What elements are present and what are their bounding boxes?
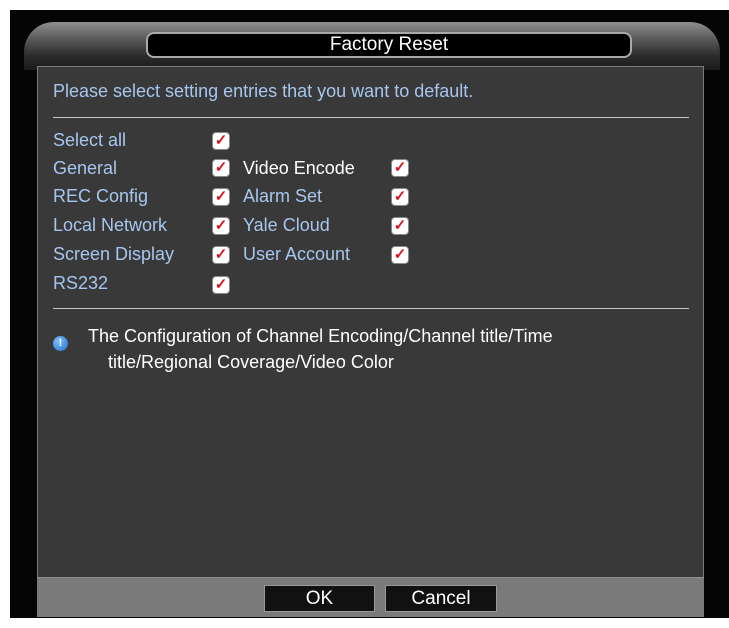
video-encode-label: Video Encode <box>243 158 355 178</box>
cancel-button[interactable]: Cancel <box>385 585 497 612</box>
rs232-label: RS232 <box>53 273 109 293</box>
checkmark-icon: ✓ <box>393 159 407 176</box>
title-bar: Factory Reset <box>24 22 720 70</box>
info-description: The Configuration of Channel Encoding/Ch… <box>88 323 678 375</box>
checkmark-icon: ✓ <box>214 188 228 205</box>
select-all-checkbox[interactable]: ✓ <box>212 132 230 150</box>
screen-display-label: Screen Display <box>53 244 175 264</box>
info-line-2: title/Regional Coverage/Video Color <box>108 352 394 372</box>
bottom-divider <box>53 308 689 309</box>
checkmark-icon: ✓ <box>214 159 228 176</box>
alarm-set-checkbox[interactable]: ✓ <box>391 188 409 206</box>
user-account-checkbox[interactable]: ✓ <box>391 246 409 264</box>
dialog-title: Factory Reset <box>146 32 632 58</box>
checkmark-icon: ✓ <box>214 217 228 234</box>
screen-display-checkbox[interactable]: ✓ <box>212 246 230 264</box>
video-encode-checkbox[interactable]: ✓ <box>391 159 409 177</box>
yale-cloud-checkbox[interactable]: ✓ <box>391 217 409 235</box>
checkmark-icon: ✓ <box>393 188 407 205</box>
checkmark-icon: ✓ <box>214 132 228 149</box>
top-divider <box>53 117 689 118</box>
local-network-label: Local Network <box>53 215 168 235</box>
settings-panel: Please select setting entries that you w… <box>37 66 704 616</box>
checkmark-icon: ✓ <box>393 217 407 234</box>
general-checkbox[interactable]: ✓ <box>212 159 230 177</box>
rec-config-checkbox[interactable]: ✓ <box>212 188 230 206</box>
select-all-label: Select all <box>53 130 127 150</box>
checkmark-icon: ✓ <box>393 246 407 263</box>
rec-config-label: REC Config <box>53 186 149 206</box>
alarm-set-label: Alarm Set <box>243 186 323 206</box>
info-icon: ! <box>53 336 68 351</box>
button-bar: OK Cancel <box>37 577 704 617</box>
rs232-checkbox[interactable]: ✓ <box>212 276 230 294</box>
checkmark-icon: ✓ <box>214 246 228 263</box>
yale-cloud-label: Yale Cloud <box>243 215 330 235</box>
ok-button[interactable]: OK <box>264 585 375 612</box>
info-line-1: The Configuration of Channel Encoding/Ch… <box>88 326 553 346</box>
instruction-text: Please select setting entries that you w… <box>53 81 474 101</box>
checkmark-icon: ✓ <box>214 276 228 293</box>
local-network-checkbox[interactable]: ✓ <box>212 217 230 235</box>
user-account-label: User Account <box>243 244 351 264</box>
general-label: General <box>53 158 118 178</box>
factory-reset-dialog: Factory Reset Please select setting entr… <box>10 10 729 618</box>
